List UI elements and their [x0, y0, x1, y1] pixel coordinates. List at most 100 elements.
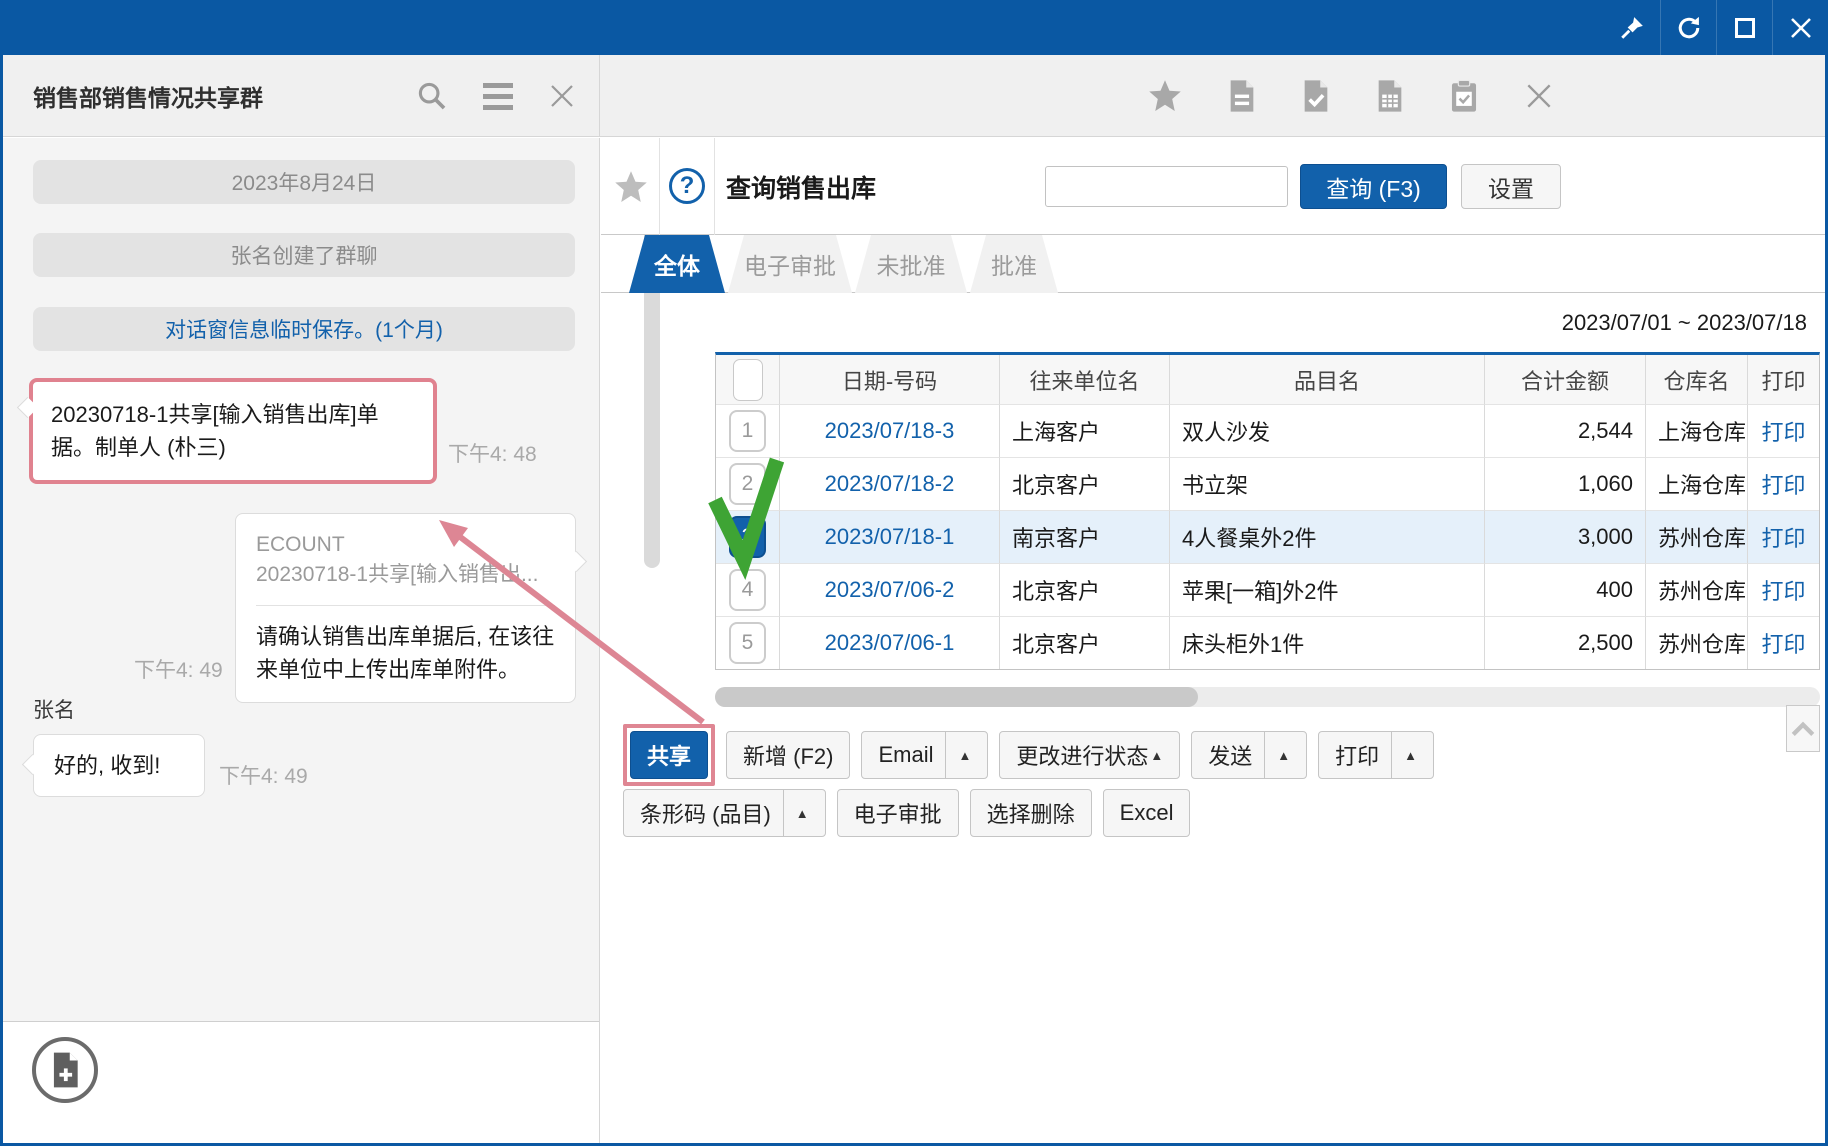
pin-button[interactable] [1604, 0, 1660, 55]
item-cell: 4人餐桌外2件 [1169, 510, 1484, 563]
header-strip: 销售部销售情况共享群 [3, 55, 1825, 137]
print-link[interactable]: 打印 [1747, 457, 1819, 510]
row-number[interactable]: 1 [729, 410, 766, 452]
chat-message-reply[interactable]: 好的, 收到! [33, 734, 205, 797]
search-icon[interactable] [415, 79, 449, 113]
change-status-button[interactable]: 更改进行状态 ▲ [999, 731, 1180, 779]
file-plus-icon [48, 1051, 82, 1089]
row-number[interactable]: 2 [729, 463, 766, 505]
panel-action-icons [1147, 55, 1555, 137]
email-button[interactable]: Email ▲ [861, 731, 988, 779]
row-number-selected[interactable]: 3 [729, 516, 766, 558]
eapproval-button[interactable]: 电子审批 [837, 789, 959, 837]
chat-message-text: 好的, 收到! [54, 753, 160, 778]
send-button[interactable]: 发送 ▲ [1191, 731, 1307, 779]
select-all-checkbox[interactable] [733, 359, 763, 401]
dropdown-up-icon[interactable]: ▲ [945, 732, 971, 778]
tab-all[interactable]: 全体 [629, 235, 725, 293]
chat-close-icon[interactable] [547, 81, 577, 111]
action-buttons-row2: 条形码 (品目) ▲ 电子审批 选择删除 Excel [623, 789, 1190, 837]
tab-eapproval[interactable]: 电子审批 [728, 235, 852, 293]
clipboard-check-icon[interactable] [1449, 79, 1479, 113]
dropdown-up-icon[interactable]: ▲ [1264, 732, 1290, 778]
search-input[interactable] [1045, 166, 1288, 207]
chat-date-divider: 2023年8月24日 [33, 160, 575, 204]
amount-cell: 2,500 [1484, 616, 1645, 669]
bubble-tail [566, 551, 587, 572]
change-status-label: 更改进行状态 [1016, 739, 1148, 771]
doc-date-link[interactable]: 2023/07/18-1 [779, 510, 999, 563]
col-header-warehouse[interactable]: 仓库名 [1645, 355, 1747, 404]
print-link[interactable]: 打印 [1747, 404, 1819, 457]
divider [714, 138, 715, 235]
close-window-button[interactable] [1772, 0, 1828, 55]
row-number[interactable]: 4 [729, 569, 766, 611]
add-button[interactable]: 新增 (F2) [726, 731, 850, 779]
horizontal-scrollbar[interactable] [715, 687, 1820, 707]
doc-date-link[interactable]: 2023/07/18-3 [779, 404, 999, 457]
chat-input-area [3, 1021, 599, 1143]
customer-cell: 北京客户 [999, 616, 1169, 669]
print-button[interactable]: 打印 ▲ [1318, 731, 1434, 779]
window-titlebar [0, 0, 1828, 55]
settings-button[interactable]: 设置 [1461, 164, 1561, 209]
share-annotation-box: 共享 [623, 724, 715, 786]
chat-message-ecount[interactable]: ECOUNT 20230718-1共享[输入销售出... 请确认销售出库单据后,… [235, 513, 576, 703]
dropdown-up-icon[interactable]: ▲ [783, 790, 809, 836]
refresh-button[interactable] [1660, 0, 1716, 55]
tab-approved[interactable]: 批准 [970, 235, 1058, 293]
document-icon[interactable] [1227, 79, 1257, 113]
favorite-star-icon[interactable] [1147, 78, 1183, 114]
select-delete-button[interactable]: 选择删除 [970, 789, 1092, 837]
bookmark-star-icon[interactable] [613, 169, 649, 205]
col-header-amount[interactable]: 合计金额 [1484, 355, 1645, 404]
help-icon[interactable]: ? [669, 168, 705, 204]
message-timestamp: 下午4: 48 [448, 438, 537, 468]
barcode-button-label: 条形码 (品目) [640, 797, 771, 829]
amount-cell: 2,544 [1484, 404, 1645, 457]
row-number-cell: 1 [716, 404, 779, 457]
scroll-to-top-button[interactable] [1786, 705, 1820, 752]
bubble-tail [22, 754, 43, 775]
tab-bar: 全体 电子审批 未批准 批准 [601, 235, 1825, 293]
date-range[interactable]: 2023/07/01 ~ 2023/07/18 [1562, 310, 1825, 336]
horizontal-scrollbar-thumb[interactable] [715, 687, 1198, 707]
doc-date-link[interactable]: 2023/07/06-2 [779, 563, 999, 616]
col-header-print[interactable]: 打印 [1747, 355, 1819, 404]
document-table-icon[interactable] [1375, 79, 1405, 113]
chat-created-notice: 张名创建了群聊 [33, 233, 575, 277]
print-link[interactable]: 打印 [1747, 616, 1819, 669]
warehouse-cell: 苏州仓库 [1645, 563, 1747, 616]
dropdown-up-icon[interactable]: ▲ [1150, 748, 1163, 763]
doc-date-link[interactable]: 2023/07/06-1 [779, 616, 999, 669]
item-cell: 苹果[一箱]外2件 [1169, 563, 1484, 616]
panel-close-icon[interactable] [1523, 80, 1555, 112]
ecount-label: ECOUNT [256, 530, 555, 560]
attach-file-button[interactable] [32, 1037, 98, 1103]
col-header-customer[interactable]: 往来单位名 [999, 355, 1169, 404]
barcode-button[interactable]: 条形码 (品目) ▲ [623, 789, 826, 837]
share-button[interactable]: 共享 [630, 731, 708, 779]
col-header-item[interactable]: 品目名 [1169, 355, 1484, 404]
chat-menu-icon[interactable] [483, 83, 513, 110]
chat-message-shared-doc[interactable]: 20230718-1共享[输入销售出库]单据。制单人 (朴三) [29, 378, 437, 484]
col-header-date[interactable]: 日期-号码 [779, 355, 999, 404]
maximize-button[interactable] [1716, 0, 1772, 55]
query-button[interactable]: 查询 (F3) [1300, 164, 1447, 209]
dropdown-up-icon[interactable]: ▲ [1391, 732, 1417, 778]
row-number-cell: 5 [716, 616, 779, 669]
tab-unapproved[interactable]: 未批准 [855, 235, 967, 293]
document-check-icon[interactable] [1301, 79, 1331, 113]
customer-cell: 北京客户 [999, 563, 1169, 616]
maximize-icon [1735, 18, 1755, 38]
excel-button[interactable]: Excel [1103, 789, 1191, 837]
amount-cell: 1,060 [1484, 457, 1645, 510]
row-number[interactable]: 5 [729, 622, 766, 664]
page-title: 查询销售出库 [726, 138, 876, 235]
doc-date-link[interactable]: 2023/07/18-2 [779, 457, 999, 510]
chat-retention-notice: 对话窗信息临时保存。(1个月) [33, 307, 575, 351]
chevron-up-icon [1790, 719, 1816, 739]
customer-cell: 上海客户 [999, 404, 1169, 457]
print-link[interactable]: 打印 [1747, 563, 1819, 616]
print-link[interactable]: 打印 [1747, 510, 1819, 563]
